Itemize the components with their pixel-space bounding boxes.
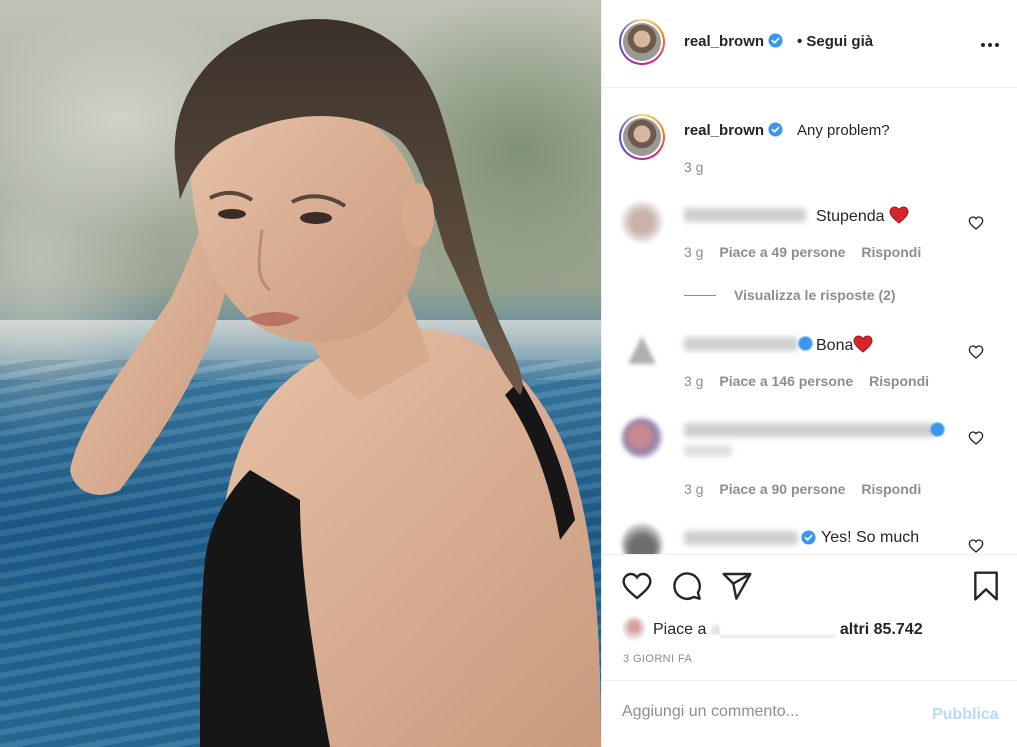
caption-username[interactable]: real_brown	[684, 122, 783, 139]
commenter-username[interactable]	[684, 208, 806, 222]
heart-icon[interactable]	[621, 570, 653, 602]
post-date[interactable]: 3 GIORNI FA	[623, 653, 692, 665]
add-comment-bar: Pubblica	[602, 680, 1017, 747]
likes-summary[interactable]: Piace a a_____________ altri 85.742	[623, 617, 923, 639]
replies-divider	[684, 295, 716, 296]
verified-badge-icon	[768, 122, 783, 137]
commenter-username[interactable]	[684, 337, 798, 351]
verified-badge-icon	[801, 530, 816, 545]
photo-subject	[70, 18, 601, 747]
comment-meta: 3 g Piace a 146 persone Rispondi	[684, 373, 930, 389]
comment-meta: 3 g Piace a 90 persone Rispondi	[684, 481, 922, 497]
commenter-username[interactable]	[684, 531, 798, 545]
commenter-avatar[interactable]	[622, 524, 662, 554]
commenter-avatar[interactable]	[622, 418, 662, 458]
commenter-username[interactable]	[684, 423, 936, 437]
like-comment-heart-icon[interactable]	[968, 344, 984, 360]
follow-status[interactable]: • Segui già	[797, 33, 873, 50]
post-photo[interactable]	[0, 0, 601, 747]
like-comment-heart-icon[interactable]	[968, 538, 984, 554]
caption-time[interactable]: 3 g	[684, 159, 703, 175]
caption-text: Any problem?	[797, 122, 890, 139]
caption-author-avatar[interactable]	[619, 114, 665, 160]
verified-badge-icon	[768, 33, 783, 48]
red-heart-emoji-icon	[853, 335, 873, 353]
view-replies-link[interactable]: Visualizza le risposte (2)	[734, 287, 896, 303]
comment-meta: 3 g Piace a 49 persone Rispondi	[684, 244, 922, 260]
liker-username-blurred: a_____________	[710, 621, 836, 638]
more-options-icon[interactable]	[978, 33, 1002, 57]
author-avatar[interactable]	[619, 19, 665, 65]
comment-text: Stupenda	[816, 206, 909, 226]
commenter-avatar[interactable]	[622, 202, 662, 242]
like-comment-heart-icon[interactable]	[968, 215, 984, 231]
post-actions: Piace a a_____________ altri 85.742 3 GI…	[602, 554, 1017, 680]
liker-avatar	[623, 617, 645, 639]
post-header: real_brown • Segui già	[602, 0, 1017, 88]
like-comment-heart-icon[interactable]	[968, 430, 984, 446]
share-icon[interactable]	[721, 570, 753, 602]
comment-icon[interactable]	[671, 570, 703, 602]
commenter-avatar[interactable]	[622, 330, 662, 370]
comment-text-blurred	[684, 445, 732, 456]
comments-list[interactable]: real_brown Any problem? 3 g Stupenda 3 g…	[602, 88, 1017, 554]
instagram-post-view: real_brown • Segui già real_brown Any pr…	[0, 0, 1017, 747]
publish-button[interactable]: Pubblica	[932, 706, 999, 724]
post-sidebar: real_brown • Segui già real_brown Any pr…	[601, 0, 1017, 747]
comment-text: Bona	[816, 335, 873, 355]
verified-badge-icon	[798, 336, 813, 351]
verified-badge-icon	[930, 422, 945, 437]
comment-text: Yes! So much	[821, 529, 920, 546]
red-heart-emoji-icon	[889, 206, 909, 224]
author-username[interactable]: real_brown	[684, 33, 783, 50]
comment-input[interactable]	[622, 703, 922, 721]
save-bookmark-icon[interactable]	[970, 570, 1002, 602]
